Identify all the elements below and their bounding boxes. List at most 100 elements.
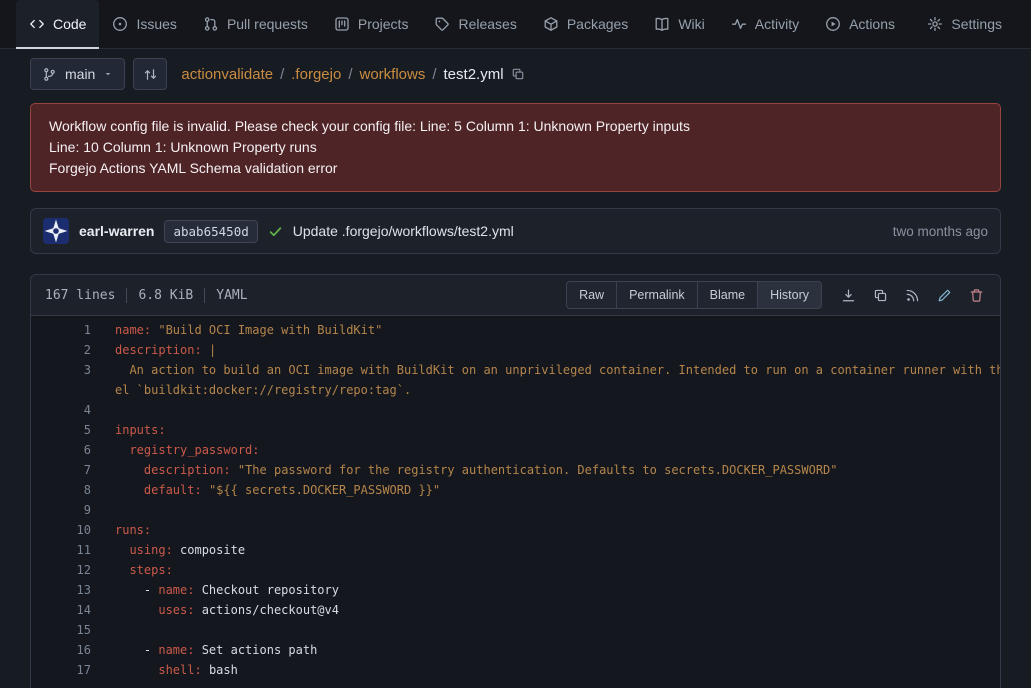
commit-time: two months ago bbox=[893, 224, 988, 239]
history-button[interactable]: History bbox=[757, 281, 822, 309]
tab-releases[interactable]: Releases bbox=[421, 0, 529, 48]
code-text: An action to build an OCI image with Bui… bbox=[91, 360, 1001, 380]
code-text: description: "The password for the regis… bbox=[91, 460, 838, 480]
code-text: uses: actions/checkout@v4 bbox=[91, 600, 339, 620]
code-line: 3 An action to build an OCI image with B… bbox=[31, 360, 1000, 380]
code-line: 2description: | bbox=[31, 340, 1000, 360]
tab-packages[interactable]: Packages bbox=[530, 0, 641, 48]
code-line: 17 shell: bash bbox=[31, 660, 1000, 680]
file-header: 167 lines 6.8 KiB YAML RawPermalinkBlame… bbox=[31, 275, 1000, 316]
breadcrumb-segment-.forgejo[interactable]: .forgejo bbox=[291, 66, 341, 83]
line-number[interactable]: 11 bbox=[31, 540, 91, 560]
tab-label: Code bbox=[53, 16, 86, 32]
line-number[interactable]: 15 bbox=[31, 620, 91, 640]
line-number[interactable]: 7 bbox=[31, 460, 91, 480]
line-number[interactable]: 12 bbox=[31, 560, 91, 580]
file-size: 6.8 KiB bbox=[138, 288, 193, 303]
code-line: 16 - name: Set actions path bbox=[31, 640, 1000, 660]
blame-button[interactable]: Blame bbox=[697, 281, 758, 309]
caret-down-icon bbox=[103, 69, 113, 79]
edit-icon[interactable] bbox=[937, 288, 952, 303]
tab-wiki[interactable]: Wiki bbox=[641, 0, 717, 48]
permalink-button[interactable]: Permalink bbox=[616, 281, 698, 309]
line-number[interactable]: 14 bbox=[31, 600, 91, 620]
code-line: 8 default: "${{ secrets.DOCKER_PASSWORD … bbox=[31, 480, 1000, 500]
tab-projects[interactable]: Projects bbox=[321, 0, 422, 48]
breadcrumb-segment-actionvalidate[interactable]: actionvalidate bbox=[181, 66, 273, 83]
line-number[interactable]: 1 bbox=[31, 320, 91, 340]
download-icon[interactable] bbox=[841, 288, 856, 303]
line-number[interactable]: 2 bbox=[31, 340, 91, 360]
code-text: shell: bash bbox=[91, 660, 238, 680]
view-mode-buttons: RawPermalinkBlameHistory bbox=[566, 281, 822, 309]
code-text bbox=[91, 400, 115, 420]
breadcrumb-segment-workflows[interactable]: workflows bbox=[359, 66, 425, 83]
code-text: inputs: bbox=[91, 420, 166, 440]
commit-message[interactable]: Update .forgejo/workflows/test2.yml bbox=[293, 223, 514, 239]
workflow-error-banner: Workflow config file is invalid. Please … bbox=[30, 103, 1001, 192]
code-line: 4 bbox=[31, 400, 1000, 420]
tab-label: Pull requests bbox=[227, 16, 308, 32]
tab-pull-requests[interactable]: Pull requests bbox=[190, 0, 321, 48]
file-actions: RawPermalinkBlameHistory bbox=[566, 281, 988, 309]
tab-activity[interactable]: Activity bbox=[718, 0, 812, 48]
code-text: runs: bbox=[91, 520, 151, 540]
raw-button[interactable]: Raw bbox=[566, 281, 617, 309]
line-number[interactable]: 4 bbox=[31, 400, 91, 420]
delete-icon[interactable] bbox=[969, 288, 984, 303]
code-text bbox=[91, 500, 115, 520]
tab-label: Wiki bbox=[678, 16, 704, 32]
copy-icon[interactable] bbox=[873, 288, 888, 303]
pull-request-icon bbox=[203, 16, 219, 32]
file-language: YAML bbox=[216, 288, 247, 303]
code-text: description: | bbox=[91, 340, 216, 360]
code-text bbox=[91, 620, 115, 640]
releases-icon bbox=[434, 16, 450, 32]
code-text: using: composite bbox=[91, 540, 245, 560]
breadcrumb-separator: / bbox=[432, 66, 436, 83]
avatar[interactable] bbox=[43, 218, 69, 244]
file-tool-icons bbox=[841, 288, 984, 303]
code-line: 1name: "Build OCI Image with BuildKit" bbox=[31, 320, 1000, 340]
page-content: main actionvalidate/.forgejo/workflows/t… bbox=[0, 49, 1031, 688]
code-icon bbox=[29, 16, 45, 32]
error-line: Line: 10 Column 1: Unknown Property runs bbox=[49, 137, 982, 158]
code-line: 5inputs: bbox=[31, 420, 1000, 440]
code-text: steps: bbox=[91, 560, 173, 580]
tab-actions[interactable]: Actions bbox=[812, 0, 908, 48]
commit-author[interactable]: earl-warren bbox=[79, 223, 154, 239]
line-number[interactable]: 5 bbox=[31, 420, 91, 440]
divider bbox=[204, 288, 205, 303]
tab-issues[interactable]: Issues bbox=[99, 0, 189, 48]
tab-code[interactable]: Code bbox=[16, 0, 99, 48]
code-text: default: "${{ secrets.DOCKER_PASSWORD }}… bbox=[91, 480, 440, 500]
commit-hash[interactable]: abab65450d bbox=[164, 220, 257, 243]
line-number[interactable]: 13 bbox=[31, 580, 91, 600]
compare-branches-button[interactable] bbox=[133, 58, 167, 90]
tab-label: Activity bbox=[755, 16, 799, 32]
code-text: name: "Build OCI Image with BuildKit" bbox=[91, 320, 382, 340]
line-number[interactable]: 3 bbox=[31, 360, 91, 380]
tab-label: Projects bbox=[358, 16, 409, 32]
tab-label: Issues bbox=[136, 16, 176, 32]
rss-icon[interactable] bbox=[905, 288, 920, 303]
code-line: el `buildkit:docker://registry/repo:tag`… bbox=[31, 380, 1000, 400]
copy-path-icon[interactable] bbox=[511, 67, 525, 81]
line-number[interactable]: 16 bbox=[31, 640, 91, 660]
branch-icon bbox=[42, 67, 57, 82]
gear-icon bbox=[927, 16, 943, 32]
line-number[interactable]: 8 bbox=[31, 480, 91, 500]
tab-label: Settings bbox=[951, 16, 1002, 32]
line-number[interactable]: 10 bbox=[31, 520, 91, 540]
code-line: 12 steps: bbox=[31, 560, 1000, 580]
line-number[interactable]: 17 bbox=[31, 660, 91, 680]
tab-settings[interactable]: Settings bbox=[914, 0, 1015, 48]
commit-success-check-icon bbox=[268, 224, 283, 239]
actions-icon bbox=[825, 16, 841, 32]
line-number[interactable]: 9 bbox=[31, 500, 91, 520]
line-number[interactable]: 6 bbox=[31, 440, 91, 460]
compare-icon bbox=[143, 67, 158, 82]
branch-selector[interactable]: main bbox=[30, 58, 125, 90]
top-navigation: Code Issues Pull requests Projects ReleasesP… bbox=[0, 0, 1031, 49]
breadcrumb-separator: / bbox=[348, 66, 352, 83]
